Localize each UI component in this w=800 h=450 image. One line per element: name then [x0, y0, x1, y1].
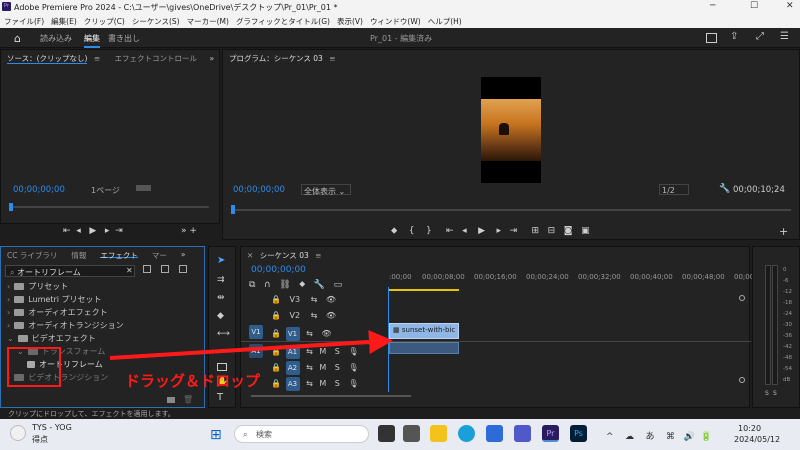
file-explorer-icon[interactable] — [430, 425, 447, 442]
volume-icon[interactable]: 🔊 — [684, 432, 695, 442]
search-icon: ⌕ — [243, 430, 248, 439]
photoshop-taskbar-icon[interactable]: Ps — [570, 425, 587, 442]
battery-icon[interactable]: 🔋 — [700, 432, 711, 442]
annotation-overlay — [109, 330, 393, 360]
drag-arrow — [109, 330, 393, 360]
notification-icon[interactable] — [10, 425, 26, 441]
ime-icon[interactable]: あ — [645, 432, 654, 442]
cloud-icon[interactable]: ☁ — [625, 432, 634, 442]
windows-start-icon[interactable]: ⊞ — [210, 427, 222, 443]
drag-drop-label: ドラッグ＆ドロップ — [125, 372, 261, 390]
notification-title[interactable]: TYS - YOG — [32, 423, 72, 432]
clock-date[interactable]: 2024/05/12 — [734, 435, 780, 444]
teams-icon[interactable] — [514, 425, 531, 442]
network-icon[interactable]: ⌘ — [666, 432, 675, 442]
tray-overflow-icon[interactable]: ^ — [606, 432, 614, 442]
task-view-icon[interactable] — [378, 425, 395, 442]
notification-subtitle: 得点 — [32, 435, 48, 444]
taskbar-search-input[interactable]: ⌕ 検索 — [234, 425, 369, 443]
edge-icon[interactable] — [458, 425, 475, 442]
clock-time[interactable]: 10:20 — [738, 424, 761, 433]
premiere-taskbar-icon[interactable]: Pr — [542, 425, 559, 442]
system-tray: ^ ☁ あ ⌘ 🔊 🔋 — [606, 429, 712, 442]
status-bar: クリップにドロップして、エフェクトを適用します。 — [0, 408, 800, 419]
app-icon[interactable] — [403, 425, 420, 442]
store-icon[interactable] — [486, 425, 503, 442]
search-placeholder: 検索 — [256, 430, 273, 439]
